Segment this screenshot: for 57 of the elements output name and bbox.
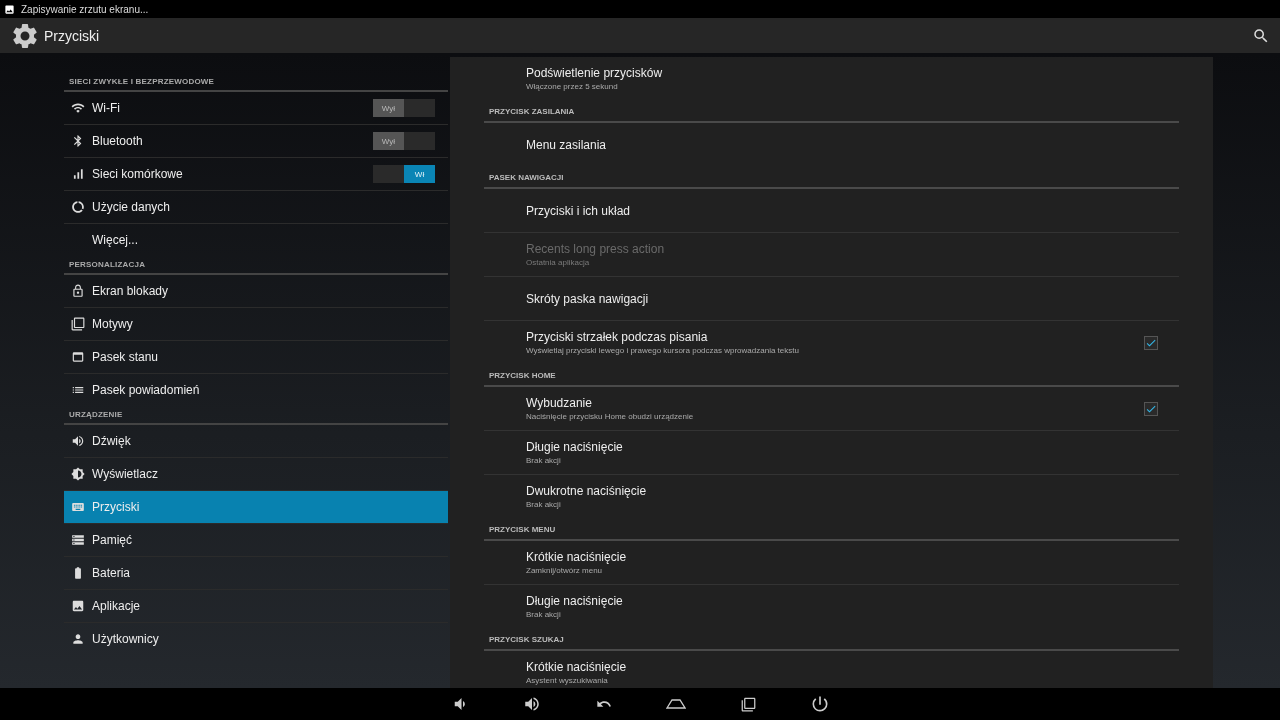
sidebar-item[interactable]: Ekran blokady bbox=[64, 275, 448, 308]
section-header: PRZYCISK SZUKAJ bbox=[484, 628, 1179, 651]
overlapping-squares-icon bbox=[71, 317, 85, 331]
setting-item[interactable]: Krótkie naciśnięcie Asystent wyszukiwania bbox=[484, 651, 1179, 688]
lock-icon bbox=[71, 284, 85, 298]
notification-text: Zapisywanie zrzutu ekranu... bbox=[21, 3, 149, 15]
window-icon bbox=[71, 350, 85, 364]
person-icon bbox=[71, 632, 85, 646]
recent-apps-icon[interactable] bbox=[740, 696, 756, 712]
sidebar-item[interactable]: Pamięć bbox=[64, 524, 448, 557]
picture-icon bbox=[71, 599, 85, 613]
setting-item[interactable]: Krótkie naciśnięcie Zamknij/otwórz menu bbox=[484, 541, 1179, 585]
screenshot-icon bbox=[4, 3, 15, 15]
storage-icon bbox=[71, 533, 85, 547]
setting-item[interactable]: Wybudzanie Naciśnięcie przycisku Home obudzi urządzenie bbox=[484, 387, 1179, 431]
setting-item[interactable]: Skróty paska nawigacji bbox=[484, 277, 1179, 321]
sidebar-item[interactable]: Dźwięk bbox=[64, 425, 448, 458]
sidebar-item[interactable]: Wi-Fi Wył bbox=[64, 92, 448, 125]
checkbox[interactable] bbox=[1144, 335, 1158, 350]
signal-icon bbox=[71, 167, 85, 181]
setting-item[interactable]: Menu zasilania bbox=[484, 123, 1179, 166]
toggle-switch[interactable]: Wył bbox=[373, 132, 435, 150]
sidebar-item[interactable]: Aplikacje bbox=[64, 590, 448, 623]
sidebar-item[interactable]: Bateria bbox=[64, 557, 448, 590]
power-icon[interactable] bbox=[810, 694, 830, 714]
setting-item[interactable]: Długie naciśnięcie Brak akcji bbox=[484, 431, 1179, 475]
section-header: PRZYCISK HOME bbox=[484, 364, 1179, 387]
section-header: PERSONALIZACJA bbox=[64, 260, 448, 275]
screen-title: Przyciski bbox=[44, 27, 100, 44]
sidebar-item[interactable]: Użycie danych bbox=[64, 191, 448, 224]
sidebar-item[interactable]: Przyciski bbox=[64, 491, 448, 524]
toggle-switch[interactable]: Wył bbox=[373, 99, 435, 117]
search-icon[interactable] bbox=[1252, 26, 1270, 45]
sidebar-item[interactable]: Sieci komórkowe Wł bbox=[64, 158, 448, 191]
sidebar-item[interactable]: Użytkownicy bbox=[64, 623, 448, 655]
setting-item[interactable]: Podświetlenie przycisków Włączone przez 5 sekund bbox=[484, 57, 1179, 100]
brightness-icon bbox=[71, 467, 85, 481]
section-header: PRZYCISK ZASILANIA bbox=[484, 100, 1179, 123]
section-header: URZĄDZENIE bbox=[64, 410, 448, 425]
checkbox[interactable] bbox=[1144, 401, 1158, 416]
volume-up-icon[interactable] bbox=[523, 695, 541, 713]
sidebar-item[interactable]: Bluetooth Wył bbox=[64, 125, 448, 158]
setting-item[interactable]: Przyciski i ich układ bbox=[484, 189, 1179, 233]
sidebar-item[interactable]: Pasek stanu bbox=[64, 341, 448, 374]
toggle-switch[interactable]: Wł bbox=[373, 165, 435, 183]
speaker-icon bbox=[71, 434, 85, 448]
wifi-icon bbox=[71, 101, 85, 115]
sidebar-item[interactable]: Motywy bbox=[64, 308, 448, 341]
setting-item[interactable]: Długie naciśnięcie Brak akcji bbox=[484, 585, 1179, 628]
section-header: SIECI ZWYKŁE I BEZPRZEWODOWE bbox=[64, 77, 448, 92]
setting-item[interactable]: Dwukrotne naciśnięcie Brak akcji bbox=[484, 475, 1179, 518]
setting-item[interactable]: Przyciski strzałek podczas pisania Wyświetlaj przyciski lewego i prawego kursora podczas wprowadzania tekstu bbox=[484, 321, 1179, 364]
section-header: PASEK NAWIGACJI bbox=[484, 166, 1179, 189]
sidebar-item[interactable]: Więcej... bbox=[64, 224, 448, 256]
section-header: PRZYCISK MENU bbox=[484, 518, 1179, 541]
home-icon[interactable] bbox=[666, 699, 686, 709]
sidebar-item[interactable]: Pasek powiadomień bbox=[64, 374, 448, 406]
